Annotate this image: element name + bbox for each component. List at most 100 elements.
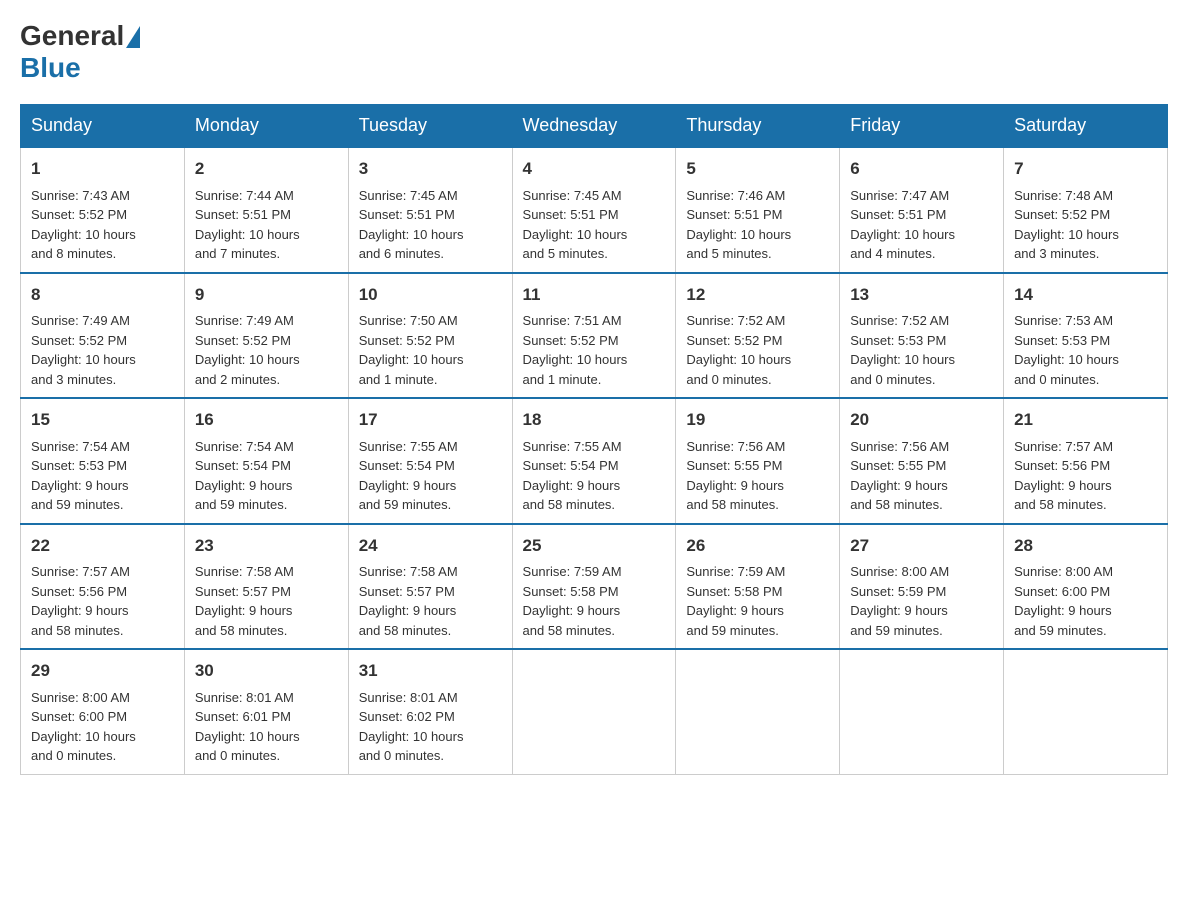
day-info: Sunrise: 7:47 AMSunset: 5:51 PMDaylight:…	[850, 188, 955, 262]
calendar-cell: 30 Sunrise: 8:01 AMSunset: 6:01 PMDayligh…	[184, 649, 348, 774]
day-info: Sunrise: 7:45 AMSunset: 5:51 PMDaylight:…	[523, 188, 628, 262]
day-number: 4	[523, 156, 666, 182]
weekday-header: Thursday	[676, 105, 840, 148]
day-info: Sunrise: 7:54 AMSunset: 5:54 PMDaylight:…	[195, 439, 294, 513]
day-number: 22	[31, 533, 174, 559]
weekday-header: Friday	[840, 105, 1004, 148]
day-number: 16	[195, 407, 338, 433]
day-number: 12	[686, 282, 829, 308]
day-number: 13	[850, 282, 993, 308]
day-number: 27	[850, 533, 993, 559]
calendar-cell: 16 Sunrise: 7:54 AMSunset: 5:54 PMDayligh…	[184, 398, 348, 524]
calendar-cell: 6 Sunrise: 7:47 AMSunset: 5:51 PMDaylight…	[840, 147, 1004, 273]
calendar-cell: 12 Sunrise: 7:52 AMSunset: 5:52 PMDayligh…	[676, 273, 840, 399]
day-number: 17	[359, 407, 502, 433]
calendar-cell: 29 Sunrise: 8:00 AMSunset: 6:00 PMDayligh…	[21, 649, 185, 774]
calendar-cell: 1 Sunrise: 7:43 AMSunset: 5:52 PMDaylight…	[21, 147, 185, 273]
calendar-cell: 18 Sunrise: 7:55 AMSunset: 5:54 PMDayligh…	[512, 398, 676, 524]
calendar-cell: 23 Sunrise: 7:58 AMSunset: 5:57 PMDayligh…	[184, 524, 348, 650]
day-number: 14	[1014, 282, 1157, 308]
day-info: Sunrise: 7:45 AMSunset: 5:51 PMDaylight:…	[359, 188, 464, 262]
calendar-cell: 28Sunrise: 8:00 AMSunset: 6:00 PMDayligh…	[1004, 524, 1168, 650]
calendar-cell: 22 Sunrise: 7:57 AMSunset: 5:56 PMDayligh…	[21, 524, 185, 650]
day-info: Sunrise: 7:58 AMSunset: 5:57 PMDaylight:…	[359, 564, 458, 638]
calendar-cell: 4 Sunrise: 7:45 AMSunset: 5:51 PMDaylight…	[512, 147, 676, 273]
day-number: 9	[195, 282, 338, 308]
calendar-cell: 5 Sunrise: 7:46 AMSunset: 5:51 PMDaylight…	[676, 147, 840, 273]
day-info: Sunrise: 8:00 AMSunset: 5:59 PMDaylight:…	[850, 564, 949, 638]
day-number: 21	[1014, 407, 1157, 433]
day-info: Sunrise: 7:57 AMSunset: 5:56 PMDaylight:…	[31, 564, 130, 638]
calendar-cell: 26 Sunrise: 7:59 AMSunset: 5:58 PMDayligh…	[676, 524, 840, 650]
day-number: 2	[195, 156, 338, 182]
day-number: 20	[850, 407, 993, 433]
weekday-header: Saturday	[1004, 105, 1168, 148]
day-info: Sunrise: 7:46 AMSunset: 5:51 PMDaylight:…	[686, 188, 791, 262]
logo-triangle-icon	[126, 26, 140, 48]
calendar-cell: 13 Sunrise: 7:52 AMSunset: 5:53 PMDayligh…	[840, 273, 1004, 399]
day-info: Sunrise: 7:49 AMSunset: 5:52 PMDaylight:…	[31, 313, 136, 387]
day-info: Sunrise: 7:56 AMSunset: 5:55 PMDaylight:…	[850, 439, 949, 513]
day-info: Sunrise: 8:01 AMSunset: 6:01 PMDaylight:…	[195, 690, 300, 764]
calendar-cell: 24 Sunrise: 7:58 AMSunset: 5:57 PMDayligh…	[348, 524, 512, 650]
day-number: 25	[523, 533, 666, 559]
calendar-cell: 21 Sunrise: 7:57 AMSunset: 5:56 PMDayligh…	[1004, 398, 1168, 524]
calendar-cell: 20 Sunrise: 7:56 AMSunset: 5:55 PMDayligh…	[840, 398, 1004, 524]
day-number: 8	[31, 282, 174, 308]
weekday-header: Tuesday	[348, 105, 512, 148]
calendar-cell: 27 Sunrise: 8:00 AMSunset: 5:59 PMDayligh…	[840, 524, 1004, 650]
day-info: Sunrise: 7:52 AMSunset: 5:53 PMDaylight:…	[850, 313, 955, 387]
day-info: Sunrise: 7:53 AMSunset: 5:53 PMDaylight:…	[1014, 313, 1119, 387]
day-number: 23	[195, 533, 338, 559]
logo-blue-text: Blue	[20, 52, 81, 84]
day-number: 7	[1014, 156, 1157, 182]
calendar-cell: 2 Sunrise: 7:44 AMSunset: 5:51 PMDaylight…	[184, 147, 348, 273]
day-number: 6	[850, 156, 993, 182]
day-info: Sunrise: 7:59 AMSunset: 5:58 PMDaylight:…	[523, 564, 622, 638]
calendar-table: SundayMondayTuesdayWednesdayThursdayFrid…	[20, 104, 1168, 775]
calendar-cell: 11 Sunrise: 7:51 AMSunset: 5:52 PMDayligh…	[512, 273, 676, 399]
calendar-cell: 8 Sunrise: 7:49 AMSunset: 5:52 PMDaylight…	[21, 273, 185, 399]
calendar-cell	[512, 649, 676, 774]
day-info: Sunrise: 7:58 AMSunset: 5:57 PMDaylight:…	[195, 564, 294, 638]
calendar-cell	[1004, 649, 1168, 774]
day-number: 3	[359, 156, 502, 182]
day-info: Sunrise: 7:52 AMSunset: 5:52 PMDaylight:…	[686, 313, 791, 387]
day-info: Sunrise: 7:59 AMSunset: 5:58 PMDaylight:…	[686, 564, 785, 638]
day-info: Sunrise: 8:00 AMSunset: 6:00 PMDaylight:…	[1014, 564, 1113, 638]
day-number: 5	[686, 156, 829, 182]
day-info: Sunrise: 7:55 AMSunset: 5:54 PMDaylight:…	[523, 439, 622, 513]
day-number: 31	[359, 658, 502, 684]
day-number: 24	[359, 533, 502, 559]
calendar-cell: 31 Sunrise: 8:01 AMSunset: 6:02 PMDayligh…	[348, 649, 512, 774]
day-info: Sunrise: 7:43 AMSunset: 5:52 PMDaylight:…	[31, 188, 136, 262]
day-info: Sunrise: 7:54 AMSunset: 5:53 PMDaylight:…	[31, 439, 130, 513]
day-number: 10	[359, 282, 502, 308]
day-info: Sunrise: 7:55 AMSunset: 5:54 PMDaylight:…	[359, 439, 458, 513]
day-info: Sunrise: 8:01 AMSunset: 6:02 PMDaylight:…	[359, 690, 464, 764]
calendar-cell: 19Sunrise: 7:56 AMSunset: 5:55 PMDayligh…	[676, 398, 840, 524]
calendar-cell: 3 Sunrise: 7:45 AMSunset: 5:51 PMDaylight…	[348, 147, 512, 273]
day-number: 15	[31, 407, 174, 433]
calendar-cell: 10Sunrise: 7:50 AMSunset: 5:52 PMDayligh…	[348, 273, 512, 399]
day-number: 29	[31, 658, 174, 684]
calendar-cell	[840, 649, 1004, 774]
day-number: 11	[523, 282, 666, 308]
day-info: Sunrise: 7:44 AMSunset: 5:51 PMDaylight:…	[195, 188, 300, 262]
calendar-cell: 17 Sunrise: 7:55 AMSunset: 5:54 PMDayligh…	[348, 398, 512, 524]
logo-general-text: General	[20, 20, 124, 52]
day-number: 30	[195, 658, 338, 684]
calendar-cell: 14 Sunrise: 7:53 AMSunset: 5:53 PMDayligh…	[1004, 273, 1168, 399]
day-number: 18	[523, 407, 666, 433]
day-info: Sunrise: 7:57 AMSunset: 5:56 PMDaylight:…	[1014, 439, 1113, 513]
page-header: General Blue	[20, 20, 1168, 84]
day-info: Sunrise: 7:51 AMSunset: 5:52 PMDaylight:…	[523, 313, 628, 387]
day-info: Sunrise: 8:00 AMSunset: 6:00 PMDaylight:…	[31, 690, 136, 764]
day-number: 1	[31, 156, 174, 182]
weekday-header: Sunday	[21, 105, 185, 148]
day-info: Sunrise: 7:48 AMSunset: 5:52 PMDaylight:…	[1014, 188, 1119, 262]
day-info: Sunrise: 7:49 AMSunset: 5:52 PMDaylight:…	[195, 313, 300, 387]
calendar-cell: 15 Sunrise: 7:54 AMSunset: 5:53 PMDayligh…	[21, 398, 185, 524]
day-number: 26	[686, 533, 829, 559]
calendar-cell	[676, 649, 840, 774]
